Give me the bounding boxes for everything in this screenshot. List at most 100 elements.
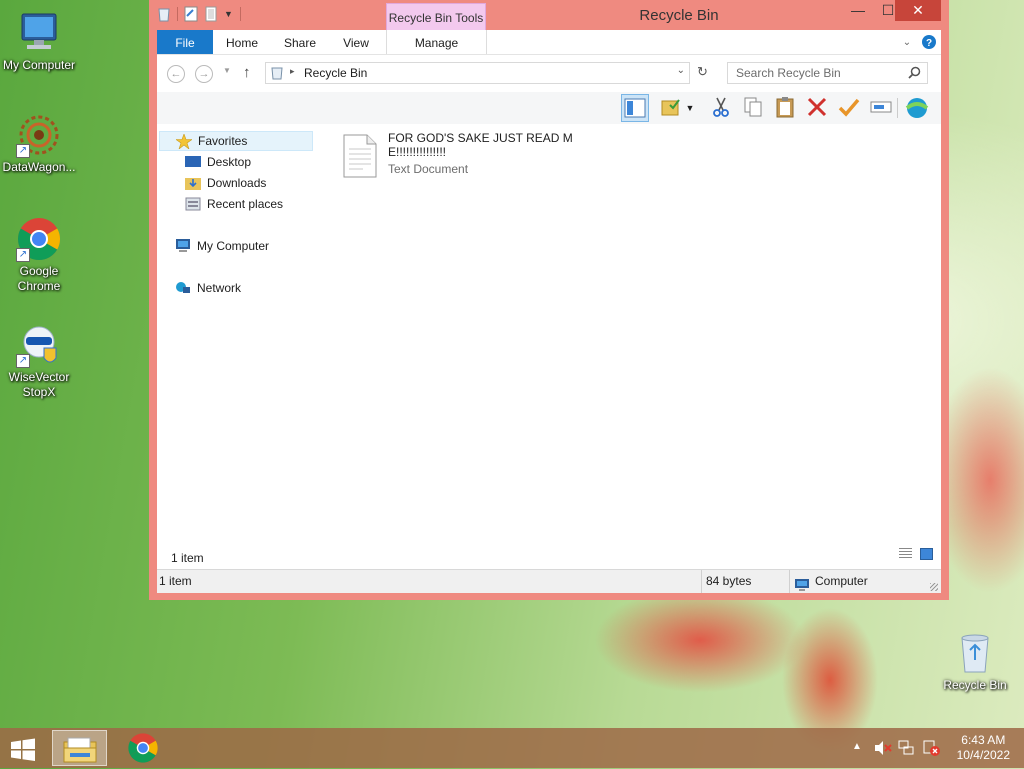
breadcrumb-chevron-icon: ▸: [290, 66, 295, 76]
cut-icon[interactable]: [709, 96, 733, 120]
taskbar-clock[interactable]: 6:43 AM 10/4/2022: [957, 733, 1010, 763]
nav-item-my-computer[interactable]: My Computer: [175, 236, 269, 256]
new-folder-icon[interactable]: [204, 6, 218, 22]
back-button[interactable]: ←: [167, 65, 185, 83]
tab-home[interactable]: Home: [217, 30, 267, 54]
action-center-alert-icon[interactable]: [922, 740, 940, 759]
paste-icon[interactable]: [773, 96, 797, 120]
search-icon[interactable]: [908, 66, 921, 82]
taskbar-file-explorer[interactable]: [52, 730, 107, 766]
minimize-button[interactable]: —: [843, 0, 873, 21]
desktop-icon-chrome[interactable]: ↗ Google Chrome: [0, 216, 78, 294]
nav-label: Desktop: [207, 155, 252, 169]
ribbon-tabs: File Home Share View Manage ⌄ ?: [157, 30, 941, 54]
folder-options-icon[interactable]: [659, 96, 683, 120]
nav-label: Recent places: [207, 197, 284, 211]
expand-ribbon-icon[interactable]: ⌄: [899, 30, 915, 54]
status-bar: 1 item 84 bytes Computer: [157, 569, 941, 593]
explorer-window: ▼ Recycle Bin Tools Recycle Bin — ☐ ✕ Fi…: [149, 0, 949, 600]
copy-icon[interactable]: [741, 96, 765, 120]
computer-icon: [795, 576, 809, 591]
address-dropdown-icon[interactable]: ⌄: [677, 65, 685, 76]
recycle-bin-small-icon: [270, 66, 284, 83]
content-area: Favorites Desktop Downloads Recent place…: [157, 124, 941, 569]
view-buttons: [899, 548, 933, 560]
recycle-bin-icon: [952, 630, 998, 676]
desktop-icon-wisevector[interactable]: ↗ WiseVector StopX: [0, 322, 78, 400]
nav-item-favorites[interactable]: Favorites: [159, 131, 313, 151]
desktop-icon-label: Recycle Bin: [943, 678, 1007, 692]
start-button[interactable]: [8, 730, 40, 766]
network-icon: [175, 281, 191, 295]
preview-pane-button[interactable]: [621, 94, 649, 122]
svg-text:?: ?: [926, 38, 932, 49]
properties-icon[interactable]: [184, 6, 198, 22]
recent-locations-icon[interactable]: ▼: [223, 66, 231, 75]
tab-view[interactable]: View: [331, 30, 381, 54]
file-item[interactable]: FOR GOD'S SAKE JUST READ ME!!!!!!!!!!!!!…: [341, 130, 601, 182]
window-title: Recycle Bin: [639, 7, 719, 24]
forward-button[interactable]: →: [195, 65, 213, 83]
nav-label: Favorites: [198, 134, 248, 148]
shortcut-arrow-icon: ↗: [16, 144, 30, 158]
desktop-icon-recycle-bin[interactable]: Recycle Bin: [936, 630, 1014, 693]
taskbar-chrome[interactable]: [124, 730, 164, 766]
up-arrow-icon[interactable]: ↑: [243, 64, 251, 81]
navigation-pane: Favorites Desktop Downloads Recent place…: [157, 124, 327, 569]
delete-icon[interactable]: [805, 96, 829, 120]
desktop-icon-my-computer[interactable]: My Computer: [0, 10, 78, 73]
nav-item-desktop[interactable]: Desktop: [185, 152, 251, 172]
search-placeholder: Search Recycle Bin: [736, 66, 841, 80]
nav-label: Network: [197, 281, 242, 295]
search-input[interactable]: Search Recycle Bin: [727, 62, 928, 84]
volume-muted-icon[interactable]: [874, 740, 892, 759]
nav-item-network[interactable]: Network: [175, 278, 241, 298]
file-name: FOR GOD'S SAKE JUST READ ME!!!!!!!!!!!!!…: [388, 131, 573, 159]
large-icons-view-icon[interactable]: [920, 548, 933, 560]
show-hidden-icons-button[interactable]: ▲: [852, 741, 862, 752]
clock-date: 10/4/2022: [956, 748, 1010, 762]
desktop-icon-label: My Computer: [2, 58, 76, 72]
taskbar: ▲ 6:43 AM 10/4/2022: [0, 728, 1024, 768]
computer-icon: [175, 239, 191, 253]
nav-item-recent-places[interactable]: Recent places: [185, 194, 283, 214]
help-icon[interactable]: ?: [921, 30, 937, 54]
quick-access-toolbar: ▼: [157, 6, 241, 22]
title-bar[interactable]: ▼ Recycle Bin Tools Recycle Bin — ☐ ✕: [149, 0, 949, 30]
status-location: Computer: [795, 570, 868, 593]
file-type: Text Document: [388, 162, 469, 176]
recent-places-icon: [185, 197, 201, 211]
wisevector-icon: ↗: [16, 322, 62, 368]
recycle-bin-small-icon: [157, 6, 171, 22]
qat-separator: [177, 7, 178, 21]
details-view-icon[interactable]: [899, 548, 912, 560]
desktop-icon-datawagon[interactable]: ↗ DataWagon...: [0, 112, 78, 175]
address-bar-row: ← → ▼ ↑ ▸ Recycle Bin ⌄ ↻ Search Recycle…: [157, 54, 941, 93]
network-tray-icon[interactable]: [898, 740, 916, 759]
tab-file[interactable]: File: [157, 30, 213, 54]
status-size: 84 bytes: [706, 574, 752, 588]
qat-dropdown-icon[interactable]: ▼: [224, 6, 234, 22]
text-document-icon: [343, 134, 377, 178]
desktop-icon-label: Google Chrome: [17, 264, 61, 293]
context-tab-recycle-bin-tools: Recycle Bin Tools: [386, 3, 486, 30]
rename-icon[interactable]: [869, 96, 893, 120]
close-button[interactable]: ✕: [895, 0, 941, 21]
desktop-icon-label: WiseVector StopX: [8, 370, 70, 399]
shortcut-arrow-icon: ↗: [16, 248, 30, 262]
item-count: 1 item: [171, 551, 204, 565]
tab-manage[interactable]: Manage: [386, 30, 487, 54]
breadcrumb-recycle-bin[interactable]: Recycle Bin: [304, 66, 367, 80]
status-separator: [789, 570, 790, 593]
desktop-folder-icon: [185, 155, 201, 169]
nav-item-downloads[interactable]: Downloads: [185, 173, 266, 193]
refresh-button[interactable]: ↻: [697, 64, 708, 80]
tab-share[interactable]: Share: [275, 30, 325, 54]
address-field[interactable]: ▸ Recycle Bin ⌄: [265, 62, 690, 84]
restore-checkmark-icon[interactable]: [837, 96, 861, 120]
properties-globe-icon[interactable]: [905, 96, 929, 120]
chrome-icon: ↗: [16, 216, 62, 262]
folder-options-dropdown-icon[interactable]: ▼: [683, 96, 697, 120]
status-separator: [701, 570, 702, 593]
resize-grip[interactable]: [930, 583, 938, 591]
